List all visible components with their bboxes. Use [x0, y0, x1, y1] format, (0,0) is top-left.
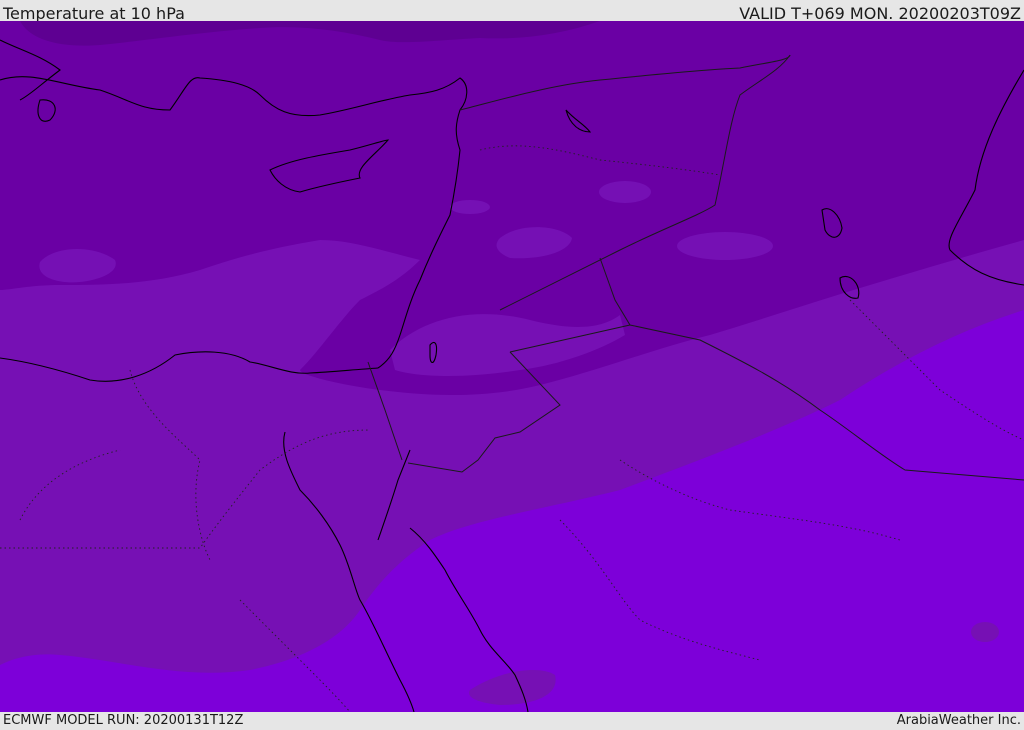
header-bar: Temperature at 10 hPa VALID T+069 MON. 2…: [0, 0, 1024, 21]
temp-patch-3: [450, 200, 490, 214]
temperature-map: [0, 21, 1024, 712]
temp-patch-2: [677, 232, 773, 260]
map-title: Temperature at 10 hPa: [3, 4, 185, 21]
footer-bar: ECMWF MODEL RUN: 20200131T12Z ArabiaWeat…: [0, 712, 1024, 729]
credit: ArabiaWeather Inc.: [896, 713, 1021, 728]
temp-patch-6: [971, 622, 999, 642]
temp-patch-1: [599, 181, 651, 203]
model-run: ECMWF MODEL RUN: 20200131T12Z: [3, 713, 244, 728]
valid-time: VALID T+069 MON. 20200203T09Z: [739, 4, 1021, 21]
